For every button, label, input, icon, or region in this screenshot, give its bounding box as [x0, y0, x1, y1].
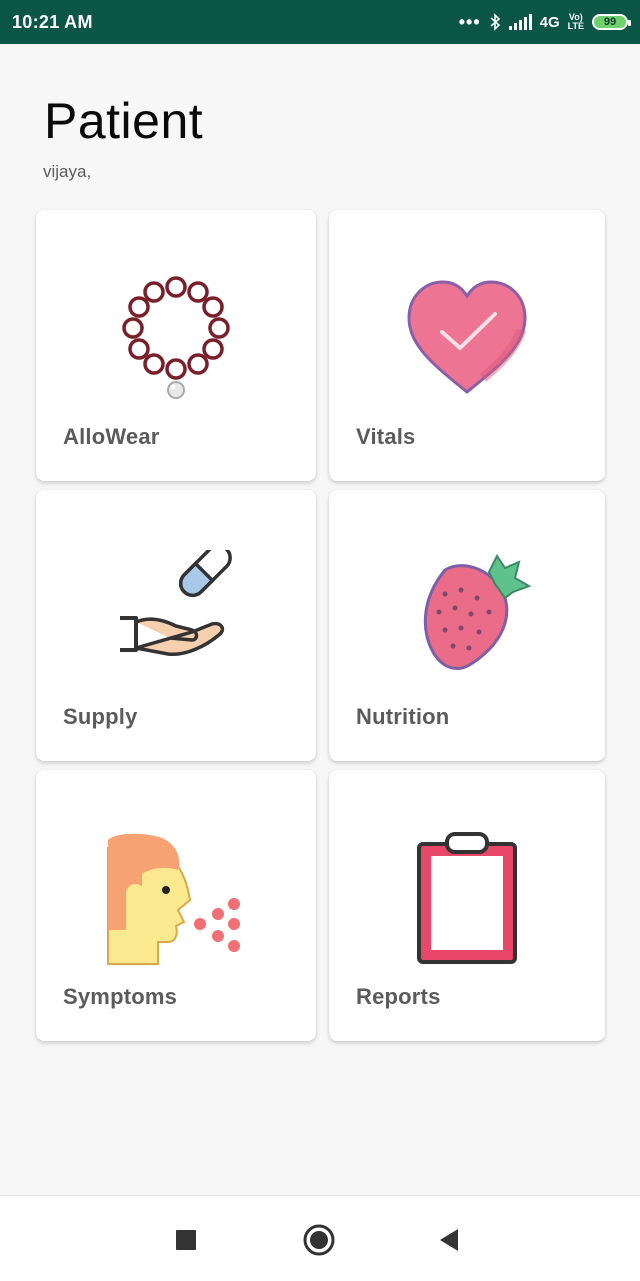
- status-time: 10:21 AM: [12, 11, 93, 32]
- card-label: Supply: [63, 704, 138, 729]
- strawberry-icon: [397, 550, 537, 690]
- card-reports[interactable]: Reports: [329, 770, 605, 1041]
- volte-bottom: LTE: [567, 21, 584, 31]
- card-label: Reports: [356, 984, 441, 1009]
- square-icon: [176, 1230, 196, 1250]
- card-label: Symptoms: [63, 984, 178, 1009]
- circle-icon: [303, 1224, 335, 1256]
- page-title: Patient: [44, 93, 204, 149]
- card-vitals[interactable]: Vitals: [329, 210, 605, 481]
- card-label: Nutrition: [356, 704, 450, 729]
- pill-hand-icon: [106, 544, 246, 690]
- battery-level: 99: [603, 16, 617, 28]
- more-notifications-icon: •••: [458, 12, 481, 32]
- heart-check-icon: [397, 270, 537, 410]
- user-name: vijaya,: [43, 162, 92, 181]
- volte-indicator: Vo) LTE: [568, 13, 584, 31]
- recent-apps-button[interactable]: [168, 1222, 204, 1258]
- card-symptoms[interactable]: Symptoms: [36, 770, 316, 1041]
- triangle-back-icon: [440, 1229, 458, 1251]
- status-icons: ••• 4G Vo) LTE 99: [458, 12, 631, 32]
- status-bar: 10:21 AM ••• 4G Vo) LTE 99: [0, 0, 640, 44]
- back-button[interactable]: [432, 1222, 468, 1258]
- card-allowear[interactable]: AlloWear: [36, 210, 316, 481]
- menu-grid: AlloWear Vitals Supply Nutrition Symptom…: [36, 210, 605, 1041]
- navigation-bar: [0, 1195, 640, 1281]
- signal-icon: [508, 14, 532, 30]
- card-supply[interactable]: Supply: [36, 490, 316, 761]
- sneeze-icon: [106, 830, 246, 970]
- network-type: 4G: [539, 13, 560, 31]
- clipboard-icon: [397, 830, 537, 970]
- bluetooth-icon: [490, 13, 500, 31]
- card-label: AlloWear: [63, 424, 160, 449]
- home-button[interactable]: [301, 1222, 337, 1258]
- bracelet-icon: [106, 270, 246, 410]
- card-nutrition[interactable]: Nutrition: [329, 490, 605, 761]
- battery-icon: 99: [592, 14, 631, 30]
- card-label: Vitals: [356, 424, 416, 449]
